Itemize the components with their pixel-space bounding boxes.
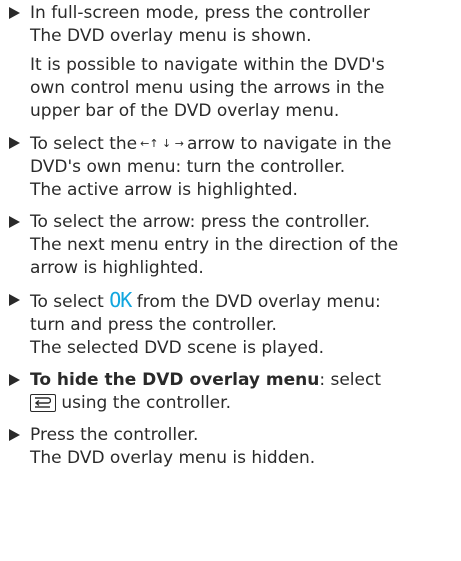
step-1: In full-screen mode, press the controlle… — [6, 2, 455, 48]
note-paragraph: It is possible to navigate within the DV… — [6, 54, 455, 123]
step-2-line-2: DVD's own menu: turn the controller. — [30, 157, 346, 177]
step-6-instruction: Press the controller. — [30, 425, 199, 445]
step-2-text-post: arrow to navigate in the — [187, 134, 392, 154]
step-1-instruction: In full-screen mode, press the controlle… — [30, 3, 370, 23]
navigation-arrows-icon: ←↑ ↓ → — [140, 137, 184, 150]
ok-label: OK — [109, 288, 132, 312]
step-4: To select OK from the DVD overlay menu: … — [6, 289, 455, 360]
bullet-triangle-icon — [9, 429, 20, 441]
step-5-instruction: To hide the DVD overlay menu: select — [30, 369, 455, 392]
step-3-instruction: To select the arrow: press the controlle… — [30, 212, 370, 232]
step-4-text-pre: To select — [30, 292, 104, 312]
note-line-2: own control menu using the arrows in the — [30, 78, 385, 98]
step-3: To select the arrow: press the controlle… — [6, 211, 455, 280]
note-line-3: upper bar of the DVD overlay menu. — [30, 101, 340, 121]
instruction-page: In full-screen mode, press the controlle… — [0, 0, 461, 561]
step-6: Press the controller. The DVD overlay me… — [6, 424, 455, 470]
bullet-triangle-icon — [9, 7, 20, 19]
step-3-result-line-1: The next menu entry in the direction of … — [30, 235, 399, 255]
step-1-result: The DVD overlay menu is shown. — [30, 26, 312, 46]
step-4-text-post: from the DVD overlay menu: — [136, 292, 381, 312]
step-5-text-post: : select — [319, 370, 382, 390]
back-arrow-icon — [30, 394, 56, 412]
bullet-triangle-icon — [9, 137, 20, 149]
step-5-text-line-2: using the controller. — [61, 393, 231, 413]
step-2-result: The active arrow is highlighted. — [30, 180, 298, 200]
bullet-triangle-icon — [9, 294, 20, 306]
step-3-result-line-2: arrow is highlighted. — [30, 258, 204, 278]
step-2-instruction: To select the ←↑ ↓ → arrow to navigate in … — [30, 132, 455, 156]
step-4-result: The selected DVD scene is played. — [30, 338, 325, 358]
step-4-line-2: turn and press the controller. — [30, 315, 277, 335]
bullet-triangle-icon — [9, 374, 20, 386]
step-5-bold-heading: To hide the DVD overlay menu — [30, 370, 320, 390]
step-2-text-pre: To select the — [30, 134, 138, 154]
note-line-1: It is possible to navigate within the DV… — [30, 55, 385, 75]
bullet-triangle-icon — [9, 216, 20, 228]
step-2: To select the ←↑ ↓ → arrow to navigate in … — [6, 132, 455, 202]
step-6-result: The DVD overlay menu is hidden. — [30, 448, 316, 468]
step-5: To hide the DVD overlay menu: select usi… — [6, 369, 455, 415]
step-5-line-2: using the controller. — [30, 392, 455, 415]
step-4-instruction: To select OK from the DVD overlay menu: — [30, 289, 455, 314]
